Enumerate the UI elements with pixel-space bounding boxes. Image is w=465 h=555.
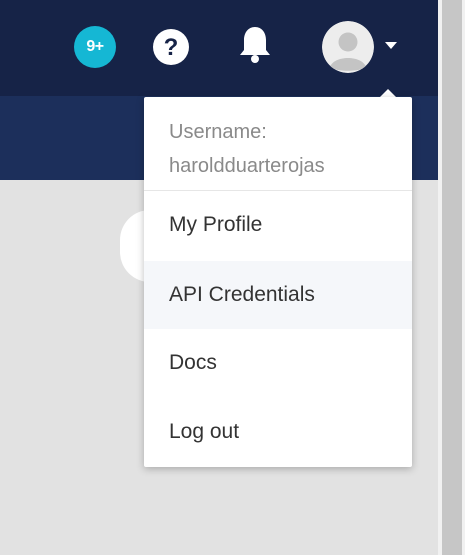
- menu-item-label: My Profile: [169, 213, 263, 236]
- user-info: Username: haroldduarterojas: [144, 97, 412, 191]
- dropdown-pointer: [380, 89, 396, 97]
- avatar-icon: [322, 21, 374, 73]
- app-page: 9+ ? Username: haroldduarterojas My Prof…: [0, 0, 465, 555]
- notifications-count-icon[interactable]: 9+: [74, 26, 116, 68]
- svg-text:?: ?: [164, 34, 179, 61]
- menu-item-docs[interactable]: Docs: [144, 329, 412, 397]
- username-value: haroldduarterojas: [169, 155, 325, 177]
- menu-item-label: API Credentials: [169, 283, 315, 306]
- menu-item-my-profile[interactable]: My Profile: [144, 191, 412, 259]
- chevron-down-icon[interactable]: [385, 42, 397, 49]
- menu-item-log-out[interactable]: Log out: [144, 398, 412, 466]
- top-navbar: 9+ ?: [0, 0, 438, 96]
- menu-item-label: Docs: [169, 351, 217, 374]
- scrollbar-thumb[interactable]: [442, 0, 462, 555]
- help-icon[interactable]: ?: [152, 28, 190, 66]
- menu-item-label: Log out: [169, 420, 240, 443]
- user-dropdown-menu: Username: haroldduarterojas My Profile A…: [144, 97, 412, 467]
- bell-icon[interactable]: [236, 24, 274, 66]
- avatar[interactable]: [322, 21, 374, 73]
- menu-item-api-credentials[interactable]: API Credentials: [144, 261, 412, 329]
- username-label: Username:: [169, 121, 267, 143]
